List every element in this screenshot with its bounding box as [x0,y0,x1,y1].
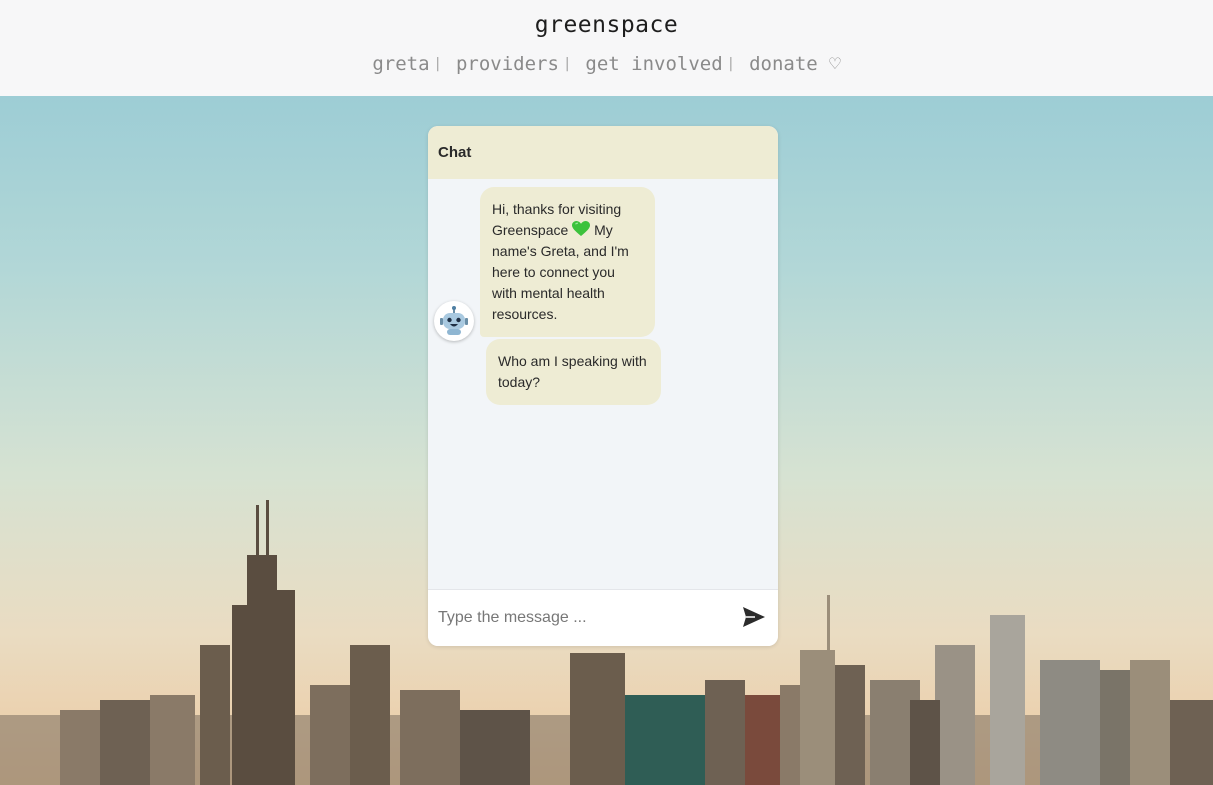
main-nav: greta | providers | get involved | donat… [0,53,1213,75]
heart-outline-icon: ♡ [829,53,841,75]
chat-input-bar [428,589,778,646]
site-brand[interactable]: greenspace [0,12,1213,38]
chat-header: Chat [428,126,778,179]
send-button[interactable] [740,604,768,632]
nav-separator: | [726,56,736,72]
nav-link-donate-label: donate [749,53,818,75]
nav-link-providers[interactable]: providers [456,53,559,75]
bot-message: Hi, thanks for visiting Greenspace My na… [480,187,655,337]
chat-title: Chat [438,144,472,161]
nav-separator: | [433,56,442,72]
robot-icon [434,301,474,341]
chat-messages[interactable]: Hi, thanks for visiting Greenspace My na… [428,179,778,589]
send-icon [743,607,765,627]
nav-link-get-involved[interactable]: get involved [585,53,722,75]
bot-message: Who am I speaking with today? [486,339,661,405]
nav-link-donate[interactable]: donate ♡ [749,53,841,75]
chat-widget: Chat Hi, thanks for visiting Greenspace [428,126,778,646]
green-heart-icon [572,221,591,236]
site-header: greenspace greta | providers | get invol… [0,0,1213,96]
nav-separator: | [562,56,572,72]
message-input[interactable] [428,590,728,646]
bot-message-text: Who am I speaking with today? [498,353,647,390]
nav-link-greta[interactable]: greta [372,53,429,75]
